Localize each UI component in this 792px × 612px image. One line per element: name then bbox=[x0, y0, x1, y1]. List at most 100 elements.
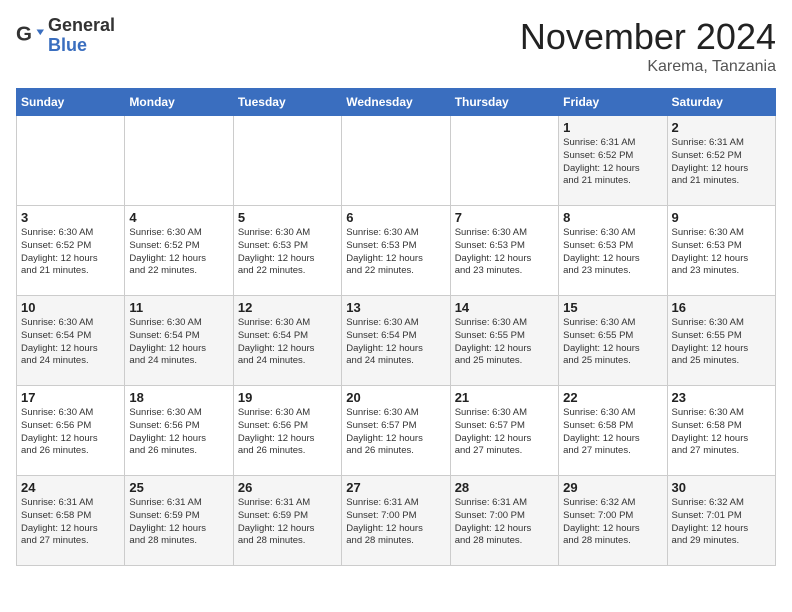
day-info: Sunrise: 6:30 AM Sunset: 6:57 PM Dayligh… bbox=[346, 407, 445, 458]
day-info: Sunrise: 6:31 AM Sunset: 6:59 PM Dayligh… bbox=[129, 497, 228, 548]
day-info: Sunrise: 6:31 AM Sunset: 7:00 PM Dayligh… bbox=[346, 497, 445, 548]
day-number: 27 bbox=[346, 480, 445, 495]
day-number: 19 bbox=[238, 390, 337, 405]
calendar-body: 1Sunrise: 6:31 AM Sunset: 6:52 PM Daylig… bbox=[17, 116, 776, 566]
week-row-4: 17 Sunrise: 6:30 AM Sunset: 6:56 PM Dayli… bbox=[17, 386, 776, 476]
calendar-table: SundayMondayTuesdayWednesdayThursdayFrid… bbox=[16, 88, 776, 566]
day-info: Sunrise: 6:30 AM Sunset: 6:54 PM Dayligh… bbox=[346, 317, 445, 368]
calendar-cell: 6 Sunrise: 6:30 AM Sunset: 6:53 PM Daylig… bbox=[342, 206, 450, 296]
day-number: 2 bbox=[672, 120, 771, 135]
calendar-cell: 20 Sunrise: 6:30 AM Sunset: 6:57 PM Dayli… bbox=[342, 386, 450, 476]
calendar-cell: 1Sunrise: 6:31 AM Sunset: 6:52 PM Daylig… bbox=[559, 116, 667, 206]
calendar-cell: 22Sunrise: 6:30 AM Sunset: 6:58 PM Dayli… bbox=[559, 386, 667, 476]
calendar-cell: 18 Sunrise: 6:30 AM Sunset: 6:56 PM Dayli… bbox=[125, 386, 233, 476]
calendar-cell: 21Sunrise: 6:30 AM Sunset: 6:57 PM Dayli… bbox=[450, 386, 558, 476]
calendar-cell: 10 Sunrise: 6:30 AM Sunset: 6:54 PM Dayli… bbox=[17, 296, 125, 386]
day-number: 30 bbox=[672, 480, 771, 495]
calendar-cell: 17 Sunrise: 6:30 AM Sunset: 6:56 PM Dayli… bbox=[17, 386, 125, 476]
day-info: Sunrise: 6:30 AM Sunset: 6:55 PM Dayligh… bbox=[672, 317, 771, 368]
calendar-cell: 3 Sunrise: 6:30 AM Sunset: 6:52 PM Daylig… bbox=[17, 206, 125, 296]
day-info: Sunrise: 6:30 AM Sunset: 6:53 PM Dayligh… bbox=[238, 227, 337, 278]
day-info: Sunrise: 6:30 AM Sunset: 6:54 PM Dayligh… bbox=[21, 317, 120, 368]
calendar-cell: 2Sunrise: 6:31 AM Sunset: 6:52 PM Daylig… bbox=[667, 116, 775, 206]
day-info: Sunrise: 6:30 AM Sunset: 6:54 PM Dayligh… bbox=[129, 317, 228, 368]
day-number: 25 bbox=[129, 480, 228, 495]
day-number: 9 bbox=[672, 210, 771, 225]
day-number: 17 bbox=[21, 390, 120, 405]
day-info: Sunrise: 6:30 AM Sunset: 6:56 PM Dayligh… bbox=[238, 407, 337, 458]
header-day-wednesday: Wednesday bbox=[342, 89, 450, 116]
calendar-cell: 7 Sunrise: 6:30 AM Sunset: 6:53 PM Daylig… bbox=[450, 206, 558, 296]
day-info: Sunrise: 6:30 AM Sunset: 6:54 PM Dayligh… bbox=[238, 317, 337, 368]
day-info: Sunrise: 6:30 AM Sunset: 6:53 PM Dayligh… bbox=[346, 227, 445, 278]
day-info: Sunrise: 6:31 AM Sunset: 7:00 PM Dayligh… bbox=[455, 497, 554, 548]
day-number: 24 bbox=[21, 480, 120, 495]
day-number: 28 bbox=[455, 480, 554, 495]
day-info: Sunrise: 6:32 AM Sunset: 7:01 PM Dayligh… bbox=[672, 497, 771, 548]
calendar-cell: 30 Sunrise: 6:32 AM Sunset: 7:01 PM Dayli… bbox=[667, 476, 775, 566]
calendar-cell bbox=[450, 116, 558, 206]
day-number: 16 bbox=[672, 300, 771, 315]
calendar-cell: 23 Sunrise: 6:30 AM Sunset: 6:58 PM Dayli… bbox=[667, 386, 775, 476]
day-info: Sunrise: 6:30 AM Sunset: 6:56 PM Dayligh… bbox=[129, 407, 228, 458]
day-number: 4 bbox=[129, 210, 228, 225]
day-number: 12 bbox=[238, 300, 337, 315]
calendar-cell: 25 Sunrise: 6:31 AM Sunset: 6:59 PM Dayli… bbox=[125, 476, 233, 566]
logo-icon: G bbox=[16, 22, 44, 50]
calendar-cell: 16 Sunrise: 6:30 AM Sunset: 6:55 PM Dayli… bbox=[667, 296, 775, 386]
calendar-cell: 9 Sunrise: 6:30 AM Sunset: 6:53 PM Daylig… bbox=[667, 206, 775, 296]
day-number: 14 bbox=[455, 300, 554, 315]
day-number: 21 bbox=[455, 390, 554, 405]
calendar-cell: 14 Sunrise: 6:30 AM Sunset: 6:55 PM Dayli… bbox=[450, 296, 558, 386]
day-number: 6 bbox=[346, 210, 445, 225]
header-day-monday: Monday bbox=[125, 89, 233, 116]
calendar-cell bbox=[17, 116, 125, 206]
day-info: Sunrise: 6:32 AM Sunset: 7:00 PM Dayligh… bbox=[563, 497, 662, 548]
day-info: Sunrise: 6:30 AM Sunset: 6:55 PM Dayligh… bbox=[563, 317, 662, 368]
logo: G General Blue bbox=[16, 16, 115, 56]
calendar-cell bbox=[342, 116, 450, 206]
day-info: Sunrise: 6:30 AM Sunset: 6:53 PM Dayligh… bbox=[563, 227, 662, 278]
week-row-1: 1Sunrise: 6:31 AM Sunset: 6:52 PM Daylig… bbox=[17, 116, 776, 206]
week-row-2: 3 Sunrise: 6:30 AM Sunset: 6:52 PM Daylig… bbox=[17, 206, 776, 296]
day-number: 8 bbox=[563, 210, 662, 225]
calendar-cell: 29Sunrise: 6:32 AM Sunset: 7:00 PM Dayli… bbox=[559, 476, 667, 566]
header-day-thursday: Thursday bbox=[450, 89, 558, 116]
day-number: 26 bbox=[238, 480, 337, 495]
calendar-cell bbox=[125, 116, 233, 206]
logo-general-text: General bbox=[48, 16, 115, 36]
day-info: Sunrise: 6:30 AM Sunset: 6:55 PM Dayligh… bbox=[455, 317, 554, 368]
logo-text: General Blue bbox=[48, 16, 115, 56]
day-info: Sunrise: 6:30 AM Sunset: 6:53 PM Dayligh… bbox=[455, 227, 554, 278]
calendar-cell: 19 Sunrise: 6:30 AM Sunset: 6:56 PM Dayli… bbox=[233, 386, 341, 476]
day-info: Sunrise: 6:31 AM Sunset: 6:58 PM Dayligh… bbox=[21, 497, 120, 548]
calendar-cell: 12 Sunrise: 6:30 AM Sunset: 6:54 PM Dayli… bbox=[233, 296, 341, 386]
calendar-cell: 26 Sunrise: 6:31 AM Sunset: 6:59 PM Dayli… bbox=[233, 476, 341, 566]
svg-text:G: G bbox=[16, 22, 32, 45]
calendar-cell: 28 Sunrise: 6:31 AM Sunset: 7:00 PM Dayli… bbox=[450, 476, 558, 566]
day-number: 5 bbox=[238, 210, 337, 225]
day-info: Sunrise: 6:30 AM Sunset: 6:58 PM Dayligh… bbox=[563, 407, 662, 458]
day-number: 1 bbox=[563, 120, 662, 135]
day-number: 23 bbox=[672, 390, 771, 405]
calendar-cell: 27 Sunrise: 6:31 AM Sunset: 7:00 PM Dayli… bbox=[342, 476, 450, 566]
calendar-cell: 8 Sunrise: 6:30 AM Sunset: 6:53 PM Daylig… bbox=[559, 206, 667, 296]
day-number: 18 bbox=[129, 390, 228, 405]
day-info: Sunrise: 6:30 AM Sunset: 6:52 PM Dayligh… bbox=[21, 227, 120, 278]
day-info: Sunrise: 6:30 AM Sunset: 6:56 PM Dayligh… bbox=[21, 407, 120, 458]
week-row-5: 24 Sunrise: 6:31 AM Sunset: 6:58 PM Dayli… bbox=[17, 476, 776, 566]
day-info: Sunrise: 6:31 AM Sunset: 6:59 PM Dayligh… bbox=[238, 497, 337, 548]
day-info: Sunrise: 6:30 AM Sunset: 6:58 PM Dayligh… bbox=[672, 407, 771, 458]
calendar-header: SundayMondayTuesdayWednesdayThursdayFrid… bbox=[17, 89, 776, 116]
page-header: G General Blue November 2024 Karema, Tan… bbox=[16, 16, 776, 76]
week-row-3: 10 Sunrise: 6:30 AM Sunset: 6:54 PM Dayli… bbox=[17, 296, 776, 386]
title-area: November 2024 Karema, Tanzania bbox=[520, 16, 776, 76]
header-day-saturday: Saturday bbox=[667, 89, 775, 116]
day-number: 10 bbox=[21, 300, 120, 315]
header-day-tuesday: Tuesday bbox=[233, 89, 341, 116]
day-info: Sunrise: 6:30 AM Sunset: 6:53 PM Dayligh… bbox=[672, 227, 771, 278]
day-number: 7 bbox=[455, 210, 554, 225]
day-number: 3 bbox=[21, 210, 120, 225]
header-row: SundayMondayTuesdayWednesdayThursdayFrid… bbox=[17, 89, 776, 116]
day-number: 20 bbox=[346, 390, 445, 405]
